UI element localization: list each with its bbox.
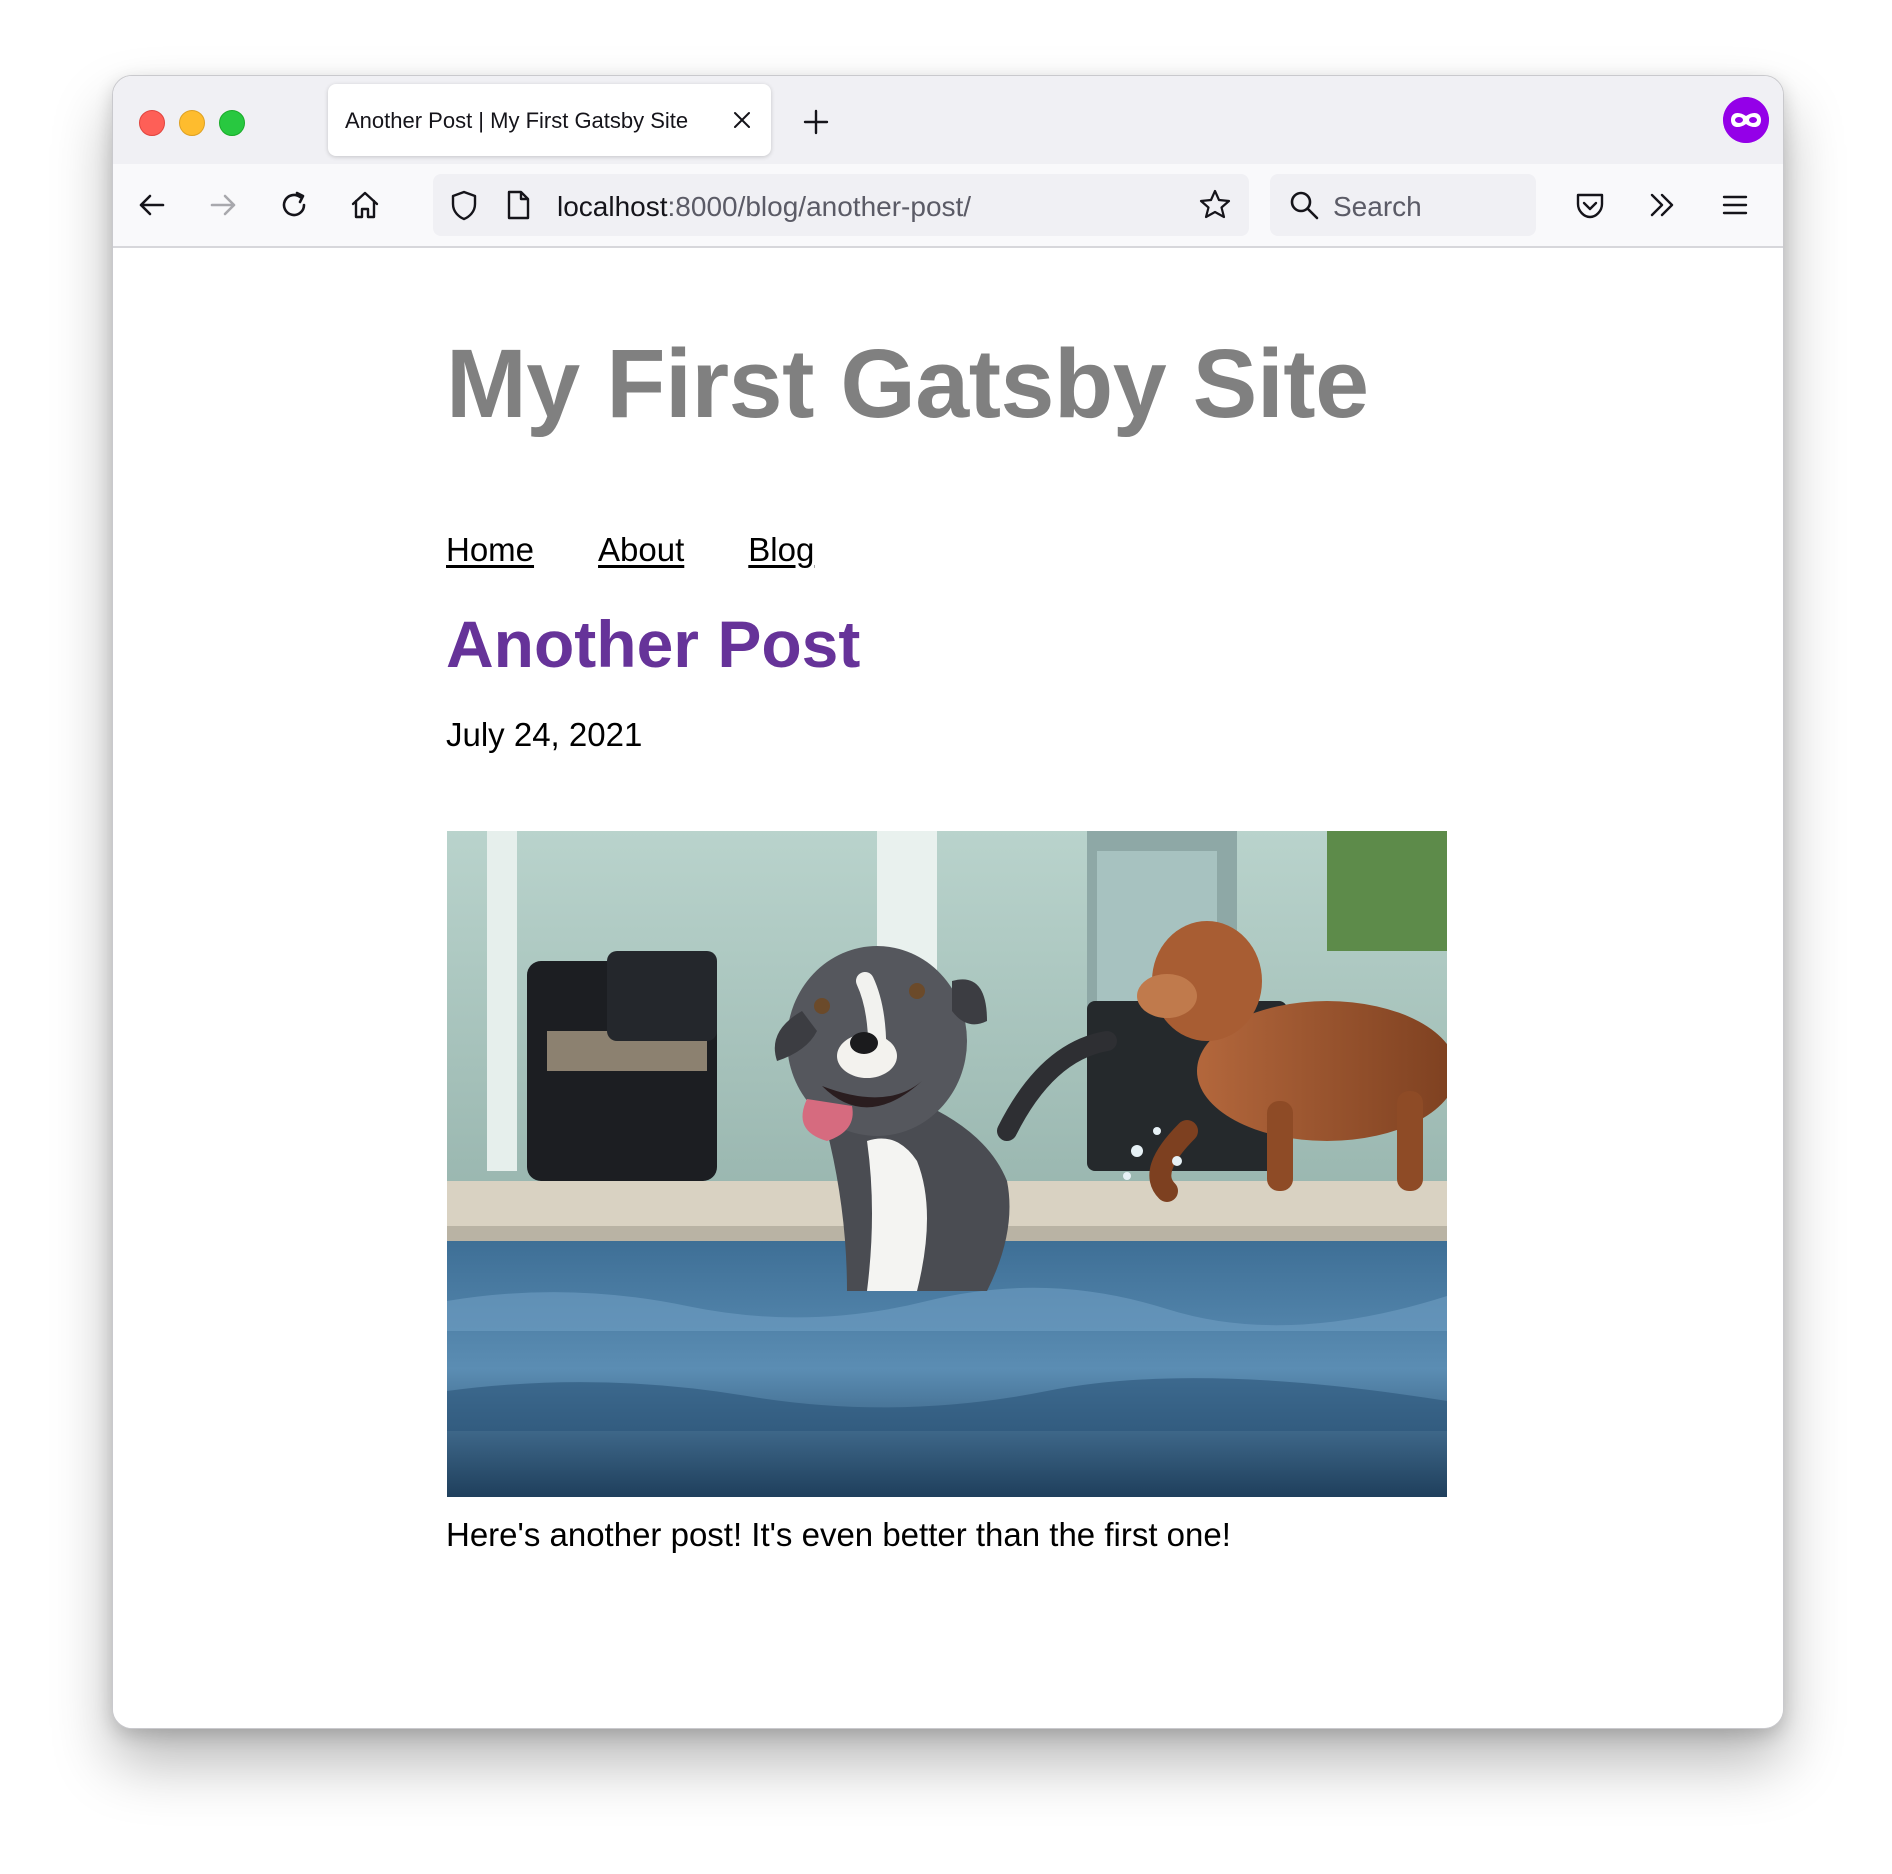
post-body: Here's another post! It's even better th… [446,1516,1231,1553]
minimize-window-button[interactable] [179,110,205,136]
hamburger-menu-icon[interactable] [1716,186,1754,224]
bookmark-star-icon[interactable] [1197,187,1233,223]
post-title: Another Post [446,607,861,681]
post-date: July 24, 2021 [446,716,643,753]
site-nav: Home About Blog [446,531,814,569]
tracking-protection-shield-icon[interactable] [447,188,481,222]
back-arrow-icon[interactable] [133,186,171,224]
page-info-icon[interactable] [503,188,533,222]
site-title: My First Gatsby Site [446,329,1369,438]
forward-arrow-icon[interactable] [204,186,242,224]
search-icon [1290,191,1319,220]
private-browsing-icon[interactable] [1723,97,1769,143]
tab-strip: Another Post | My First Gatsby Site [113,76,1783,164]
url-path: :8000/blog/another-post/ [667,191,972,222]
new-tab-icon[interactable] [801,107,831,137]
active-tab[interactable]: Another Post | My First Gatsby Site [328,84,771,156]
url-host: localhost [557,191,668,222]
url-text[interactable]: localhost:8000/blog/another-post/ [557,191,971,223]
url-bar[interactable]: localhost:8000/blog/another-post/ [433,174,1249,236]
search-bar[interactable]: Search [1270,174,1536,236]
browser-window: Another Post | My First Gatsby Site loca… [112,75,1784,1729]
close-window-button[interactable] [139,110,165,136]
search-placeholder: Search [1333,191,1422,222]
maximize-window-button[interactable] [219,110,245,136]
home-icon[interactable] [346,186,384,224]
tab-title: Another Post | My First Gatsby Site [345,108,689,133]
overflow-chevron-icon[interactable] [1643,186,1681,224]
navigation-toolbar: localhost:8000/blog/another-post/ Search [113,164,1783,248]
pocket-icon[interactable] [1571,186,1609,224]
post-hero-image [447,831,1447,1497]
close-tab-icon[interactable] [729,107,755,133]
nav-link-home[interactable]: Home [446,531,534,569]
page-content: My First Gatsby Site Home About Blog Ano… [113,248,1783,1728]
reload-icon[interactable] [275,186,313,224]
nav-link-blog[interactable]: Blog [748,531,814,569]
nav-link-about[interactable]: About [598,531,684,569]
